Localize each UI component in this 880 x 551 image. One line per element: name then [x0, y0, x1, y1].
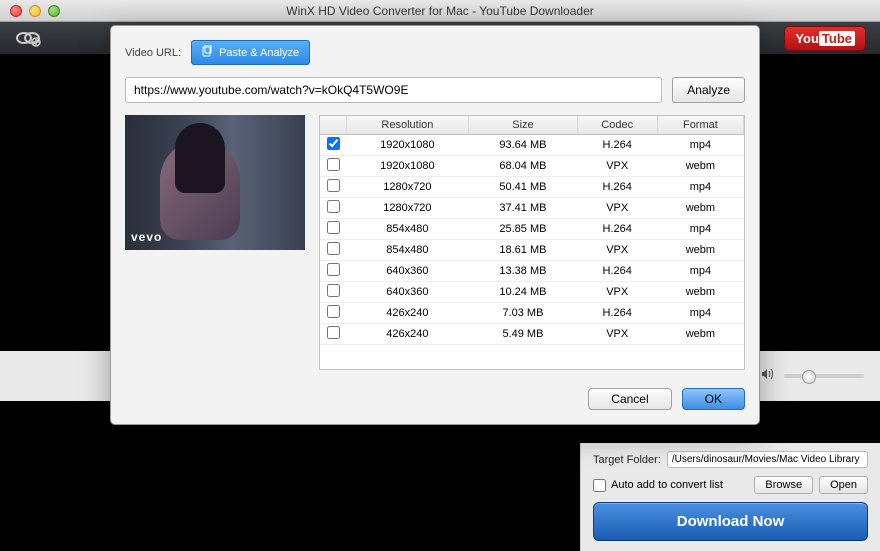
row-checkbox[interactable]	[327, 242, 340, 255]
cell-format: webm	[657, 282, 743, 303]
browse-button[interactable]: Browse	[754, 476, 813, 494]
cell-size: 7.03 MB	[469, 303, 577, 324]
bottom-panel: Target Folder: Auto add to convert list …	[580, 443, 880, 551]
cell-size: 13.38 MB	[469, 261, 577, 282]
cell-codec: H.264	[577, 303, 657, 324]
cell-format: webm	[657, 324, 743, 345]
target-folder-label: Target Folder:	[593, 454, 661, 466]
col-size: Size	[469, 116, 577, 135]
row-checkbox[interactable]	[327, 158, 340, 171]
vevo-logo: vevo	[131, 230, 162, 244]
col-codec: Codec	[577, 116, 657, 135]
row-checkbox[interactable]	[327, 326, 340, 339]
cell-resolution: 426x240	[346, 324, 469, 345]
cell-codec: H.264	[577, 261, 657, 282]
volume-icon[interactable]	[760, 367, 774, 386]
cell-resolution: 854x480	[346, 219, 469, 240]
table-row[interactable]: 640x36013.38 MBH.264mp4	[320, 261, 744, 282]
row-checkbox[interactable]	[327, 305, 340, 318]
open-button[interactable]: Open	[819, 476, 868, 494]
cancel-button[interactable]: Cancel	[588, 388, 671, 410]
video-url-label: Video URL:	[125, 47, 181, 59]
cell-format: mp4	[657, 303, 743, 324]
cell-size: 68.04 MB	[469, 156, 577, 177]
analyze-button[interactable]: Analyze	[672, 77, 745, 103]
cell-size: 93.64 MB	[469, 135, 577, 156]
row-checkbox[interactable]	[327, 179, 340, 192]
cell-codec: VPX	[577, 282, 657, 303]
row-checkbox[interactable]	[327, 221, 340, 234]
cell-codec: H.264	[577, 177, 657, 198]
table-row[interactable]: 854x48018.61 MBVPXwebm	[320, 240, 744, 261]
formats-table[interactable]: Resolution Size Codec Format 1920x108093…	[319, 115, 745, 370]
table-header-row: Resolution Size Codec Format	[320, 116, 744, 135]
table-row[interactable]: 854x48025.85 MBH.264mp4	[320, 219, 744, 240]
cell-codec: VPX	[577, 198, 657, 219]
target-folder-input[interactable]	[667, 451, 868, 468]
cell-resolution: 1280x720	[346, 177, 469, 198]
cell-resolution: 426x240	[346, 303, 469, 324]
titlebar: WinX HD Video Converter for Mac - YouTub…	[0, 0, 880, 22]
cell-size: 5.49 MB	[469, 324, 577, 345]
cell-format: mp4	[657, 261, 743, 282]
cell-codec: H.264	[577, 219, 657, 240]
cell-size: 18.61 MB	[469, 240, 577, 261]
paste-analyze-button[interactable]: Paste & Analyze	[191, 40, 310, 65]
cell-codec: VPX	[577, 240, 657, 261]
table-row[interactable]: 1280x72050.41 MBH.264mp4	[320, 177, 744, 198]
table-row[interactable]: 1920x108093.64 MBH.264mp4	[320, 135, 744, 156]
video-thumbnail: vevo	[125, 115, 305, 250]
row-checkbox[interactable]	[327, 263, 340, 276]
cell-size: 37.41 MB	[469, 198, 577, 219]
window-title: WinX HD Video Converter for Mac - YouTub…	[0, 4, 880, 18]
cell-codec: VPX	[577, 324, 657, 345]
cell-format: mp4	[657, 135, 743, 156]
auto-add-checkbox[interactable]	[593, 479, 606, 492]
volume-slider[interactable]	[784, 374, 864, 378]
ok-button[interactable]: OK	[682, 388, 745, 410]
cell-codec: H.264	[577, 135, 657, 156]
cell-resolution: 1920x1080	[346, 156, 469, 177]
auto-add-label: Auto add to convert list	[611, 479, 723, 491]
table-row[interactable]: 426x2405.49 MBVPXwebm	[320, 324, 744, 345]
cell-format: webm	[657, 240, 743, 261]
table-row[interactable]: 426x2407.03 MBH.264mp4	[320, 303, 744, 324]
table-row[interactable]: 640x36010.24 MBVPXwebm	[320, 282, 744, 303]
clipboard-icon	[202, 45, 213, 60]
row-checkbox[interactable]	[327, 200, 340, 213]
download-now-button[interactable]: Download Now	[593, 502, 868, 541]
cell-format: mp4	[657, 177, 743, 198]
cell-format: webm	[657, 198, 743, 219]
col-format: Format	[657, 116, 743, 135]
analyze-dialog: Video URL: Paste & Analyze Analyze vevo …	[110, 25, 760, 425]
youtube-tube: Tube	[819, 31, 855, 46]
cell-size: 50.41 MB	[469, 177, 577, 198]
paste-analyze-label: Paste & Analyze	[219, 47, 299, 59]
cell-resolution: 640x360	[346, 261, 469, 282]
row-checkbox[interactable]	[327, 284, 340, 297]
table-row[interactable]: 1920x108068.04 MBVPXwebm	[320, 156, 744, 177]
cell-size: 25.85 MB	[469, 219, 577, 240]
cell-format: mp4	[657, 219, 743, 240]
col-resolution: Resolution	[346, 116, 469, 135]
cell-codec: VPX	[577, 156, 657, 177]
cell-resolution: 854x480	[346, 240, 469, 261]
youtube-you: You	[795, 31, 819, 46]
youtube-badge: YouTube	[784, 26, 866, 51]
link-icon[interactable]	[14, 28, 42, 48]
cell-resolution: 1920x1080	[346, 135, 469, 156]
cell-format: webm	[657, 156, 743, 177]
cell-size: 10.24 MB	[469, 282, 577, 303]
row-checkbox[interactable]	[327, 137, 340, 150]
cell-resolution: 1280x720	[346, 198, 469, 219]
table-row[interactable]: 1280x72037.41 MBVPXwebm	[320, 198, 744, 219]
url-input[interactable]	[125, 77, 662, 103]
cell-resolution: 640x360	[346, 282, 469, 303]
